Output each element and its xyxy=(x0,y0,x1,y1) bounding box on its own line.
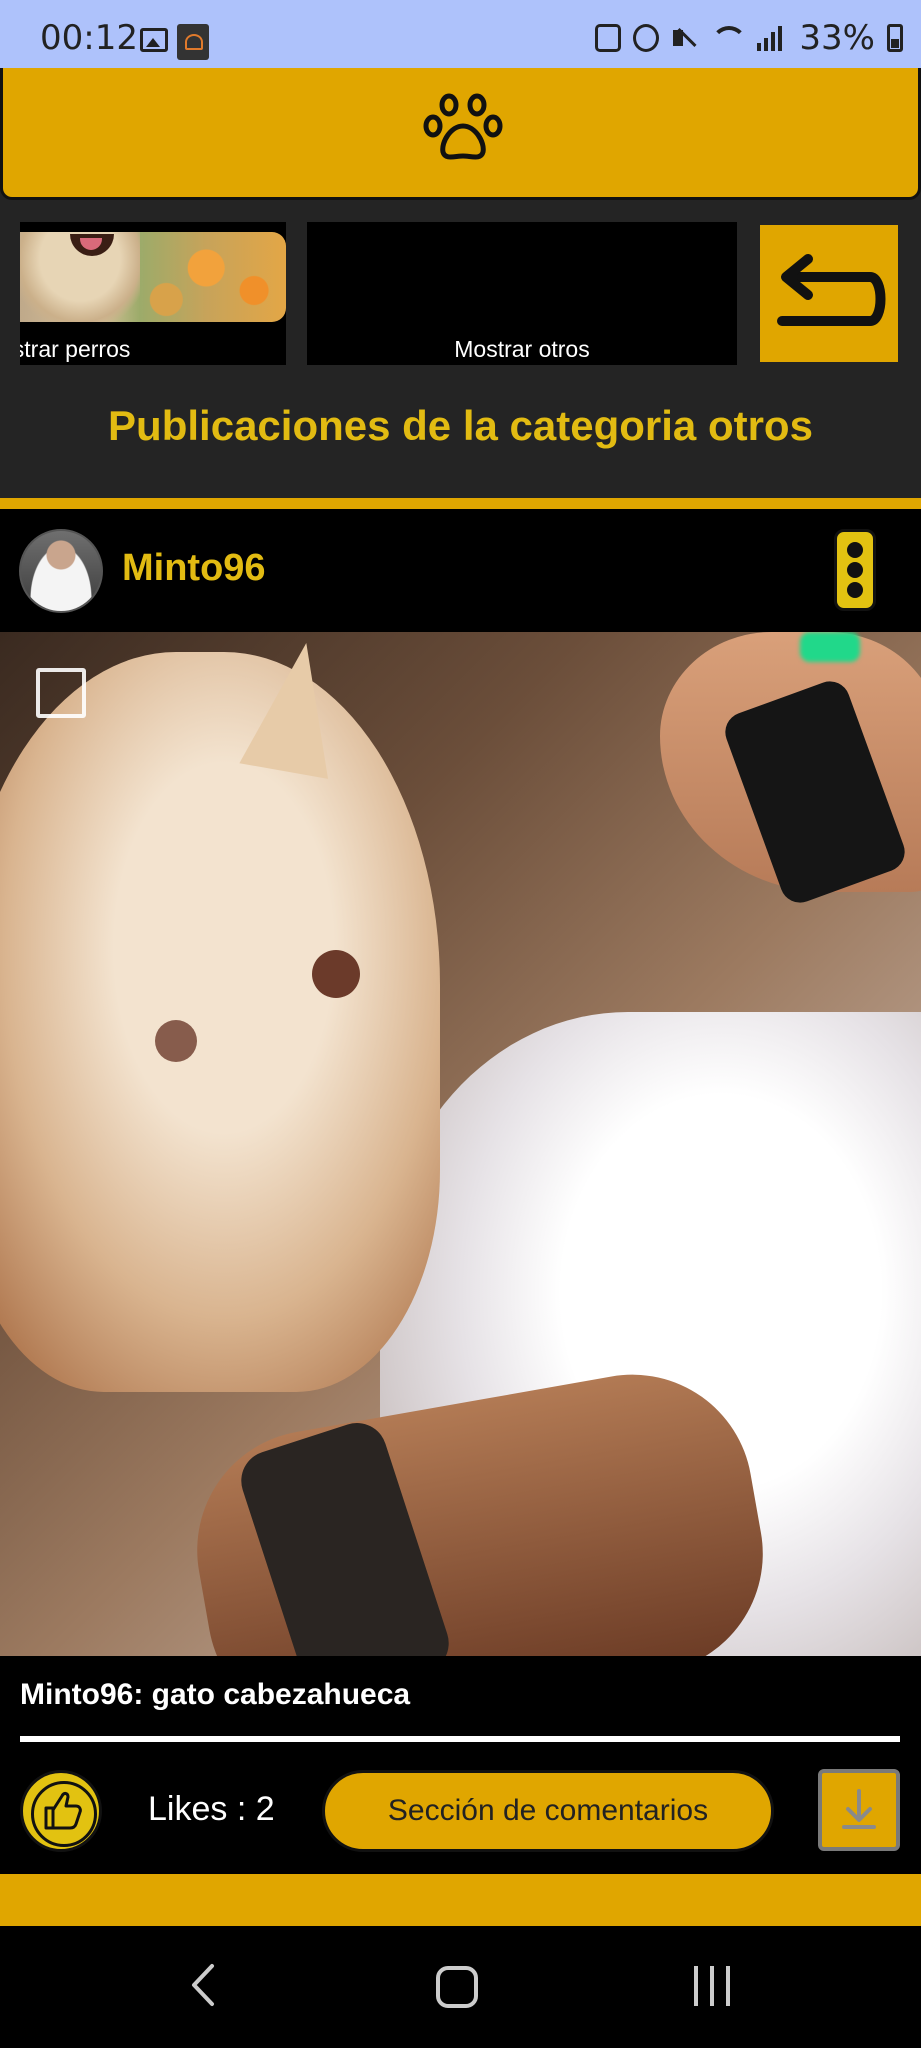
category-dogs-label: ostrar perros xyxy=(20,336,131,362)
home-icon[interactable] xyxy=(436,1966,478,2008)
divider xyxy=(0,498,921,509)
download-button[interactable] xyxy=(818,1769,900,1851)
avatar[interactable] xyxy=(19,529,103,613)
app-icon xyxy=(177,24,209,60)
dog-thumbnail xyxy=(20,232,286,322)
status-bar: 00:12 33% xyxy=(0,0,921,68)
battery-icon xyxy=(887,24,903,52)
comments-button[interactable]: Sección de comentarios xyxy=(322,1770,774,1852)
category-others-card[interactable]: Mostrar otros xyxy=(307,222,737,365)
back-button[interactable] xyxy=(760,225,898,362)
status-time: 00:12 xyxy=(40,18,138,58)
section-title: Publicaciones de la categoria otros xyxy=(108,402,813,449)
signal-icon xyxy=(757,25,787,51)
post-header: Minto96 xyxy=(0,509,921,632)
status-icons: 33% xyxy=(595,18,903,58)
post-username[interactable]: Minto96 xyxy=(122,547,266,590)
paw-icon[interactable] xyxy=(423,90,503,170)
app-header xyxy=(0,68,921,200)
more-options-icon[interactable] xyxy=(834,529,876,611)
battery-percent: 33% xyxy=(799,18,875,58)
download-icon xyxy=(842,1789,876,1829)
undo-arrow-icon xyxy=(777,254,886,326)
post-media[interactable] xyxy=(0,632,921,1656)
alarm-icon xyxy=(633,24,660,52)
post-caption: Minto96: gato cabezahueca xyxy=(20,1678,411,1711)
system-nav-bar xyxy=(0,1926,921,2048)
bottom-bar xyxy=(0,1874,921,1926)
cat-image xyxy=(0,652,440,1392)
mute-icon xyxy=(671,24,697,52)
select-checkbox-icon[interactable] xyxy=(36,668,86,718)
post-footer: Minto96: gato cabezahueca Likes : 2 Secc… xyxy=(0,1656,921,1874)
battery-saver-icon xyxy=(595,24,622,52)
likes-count: Likes : 2 xyxy=(148,1790,275,1828)
like-button[interactable] xyxy=(20,1770,102,1852)
image-icon xyxy=(140,28,168,52)
caption-divider xyxy=(20,1736,900,1742)
recent-apps-icon[interactable] xyxy=(694,1966,730,2006)
like-icon xyxy=(44,1792,82,1830)
wifi-icon xyxy=(709,24,748,52)
category-dogs-card[interactable]: ostrar perros xyxy=(20,222,286,365)
category-others-label: Mostrar otros xyxy=(454,336,590,362)
back-icon[interactable] xyxy=(184,1960,224,2010)
